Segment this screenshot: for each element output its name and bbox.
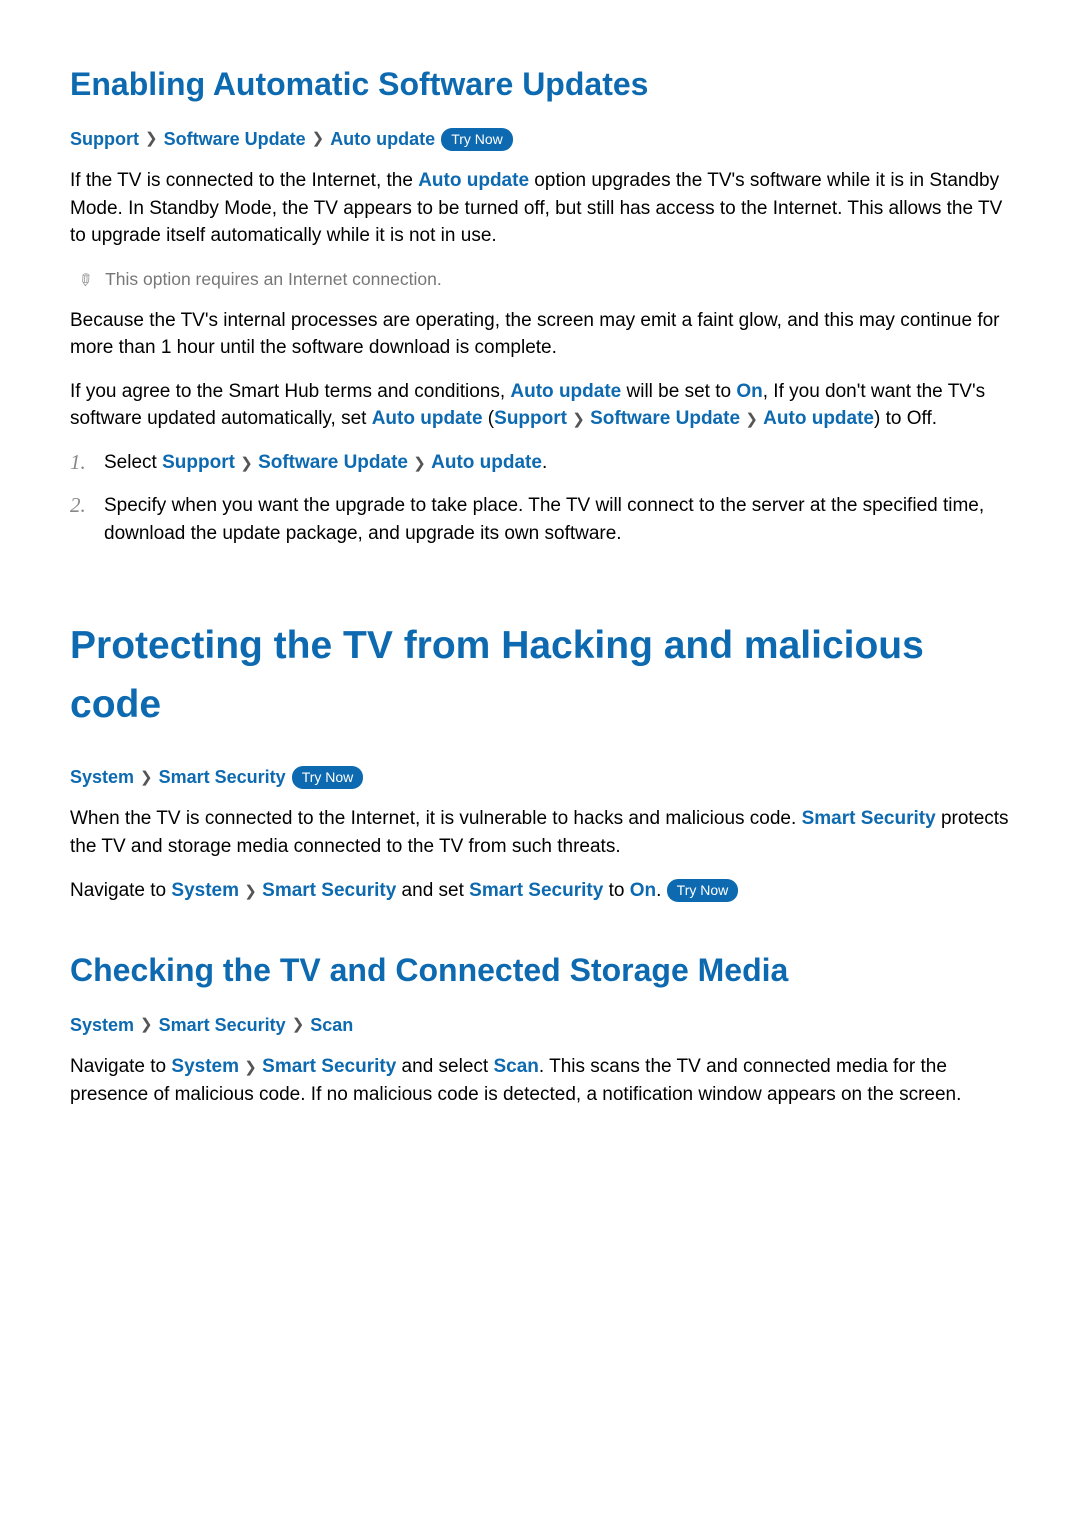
- highlight-on: On: [630, 880, 656, 901]
- chevron-right-icon: ❯: [240, 455, 253, 472]
- chevron-right-icon: ❯: [140, 1014, 153, 1037]
- breadcrumb-item: System: [70, 764, 134, 791]
- paragraph: Because the TV's internal processes are …: [70, 307, 1010, 362]
- try-now-badge[interactable]: Try Now: [292, 766, 364, 789]
- highlight-support: Support: [162, 452, 235, 473]
- highlight-software-update: Software Update: [258, 452, 408, 473]
- highlight-system: System: [171, 1056, 239, 1077]
- heading-protecting-tv: Protecting the TV from Hacking and malic…: [70, 617, 1010, 734]
- breadcrumb-item: Smart Security: [159, 1012, 286, 1039]
- step-item: Specify when you want the upgrade to tak…: [70, 492, 1010, 547]
- text: will be set to: [621, 381, 736, 402]
- text: Navigate to: [70, 880, 171, 901]
- highlight-software-update: Software Update: [590, 408, 740, 429]
- text: If the TV is connected to the Internet, …: [70, 170, 418, 191]
- try-now-badge[interactable]: Try Now: [441, 128, 513, 151]
- text: .: [656, 880, 667, 901]
- chevron-right-icon: ❯: [244, 1059, 257, 1076]
- highlight-auto-update: Auto update: [431, 452, 542, 473]
- breadcrumb-auto-update: Support ❯ Software Update ❯ Auto update …: [70, 126, 1010, 153]
- highlight-scan: Scan: [493, 1056, 538, 1077]
- text: ) to Off.: [874, 408, 937, 429]
- chevron-right-icon: ❯: [292, 1014, 305, 1037]
- ordered-steps: Select Support ❯ Software Update ❯ Auto …: [70, 449, 1010, 548]
- paragraph: If you agree to the Smart Hub terms and …: [70, 378, 1010, 433]
- highlight-smart-security: Smart Security: [802, 808, 936, 829]
- breadcrumb-item: Support: [70, 126, 139, 153]
- text: If you agree to the Smart Hub terms and …: [70, 381, 510, 402]
- text: When the TV is connected to the Internet…: [70, 808, 802, 829]
- highlight-on: On: [736, 381, 762, 402]
- highlight-auto-update: Auto update: [418, 170, 529, 191]
- text: Navigate to: [70, 1056, 171, 1077]
- pencil-icon: ✎: [69, 264, 98, 294]
- chevron-right-icon: ❯: [140, 767, 153, 790]
- breadcrumb-item: System: [70, 1012, 134, 1039]
- paragraph: If the TV is connected to the Internet, …: [70, 167, 1010, 250]
- chevron-right-icon: ❯: [413, 455, 426, 472]
- step-item: Select Support ❯ Software Update ❯ Auto …: [70, 449, 1010, 477]
- breadcrumb-smart-security: System ❯ Smart Security Try Now: [70, 764, 1010, 791]
- highlight-smart-security: Smart Security: [262, 880, 396, 901]
- highlight-auto-update: Auto update: [510, 381, 621, 402]
- chevron-right-icon: ❯: [244, 883, 257, 900]
- breadcrumb-item: Software Update: [164, 126, 306, 153]
- text: and set: [396, 880, 469, 901]
- chevron-right-icon: ❯: [572, 411, 585, 428]
- breadcrumb-scan: System ❯ Smart Security ❯ Scan: [70, 1012, 1010, 1039]
- highlight-support: Support: [494, 408, 567, 429]
- chevron-right-icon: ❯: [312, 128, 325, 151]
- highlight-auto-update: Auto update: [763, 408, 874, 429]
- highlight-system: System: [171, 880, 239, 901]
- paragraph: Navigate to System ❯ Smart Security and …: [70, 877, 1010, 905]
- breadcrumb-item: Smart Security: [159, 764, 286, 791]
- paragraph: When the TV is connected to the Internet…: [70, 805, 1010, 860]
- text: .: [542, 452, 547, 473]
- text: (: [483, 408, 495, 429]
- heading-enabling-auto-update: Enabling Automatic Software Updates: [70, 60, 1010, 108]
- breadcrumb-item: Scan: [310, 1012, 353, 1039]
- note: ✎ This option requires an Internet conne…: [76, 266, 1010, 293]
- heading-checking-tv-storage: Checking the TV and Connected Storage Me…: [70, 946, 1010, 994]
- text: to: [603, 880, 629, 901]
- text: Select: [104, 452, 162, 473]
- note-text: This option requires an Internet connect…: [105, 266, 442, 292]
- text: and select: [396, 1056, 493, 1077]
- paragraph: Navigate to System ❯ Smart Security and …: [70, 1053, 1010, 1108]
- chevron-right-icon: ❯: [145, 128, 158, 151]
- chevron-right-icon: ❯: [745, 411, 758, 428]
- try-now-badge[interactable]: Try Now: [667, 879, 739, 901]
- highlight-auto-update: Auto update: [372, 408, 483, 429]
- highlight-smart-security: Smart Security: [262, 1056, 396, 1077]
- highlight-smart-security: Smart Security: [469, 880, 603, 901]
- breadcrumb-item: Auto update: [330, 126, 435, 153]
